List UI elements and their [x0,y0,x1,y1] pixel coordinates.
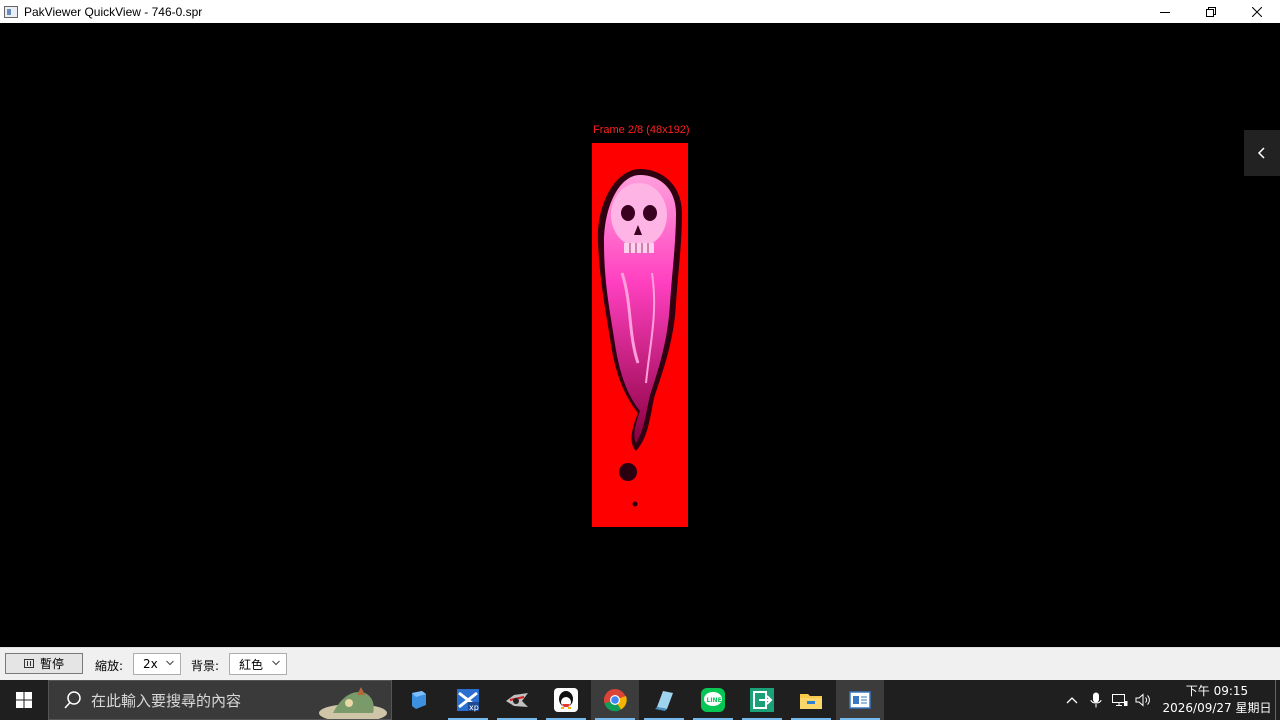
window-title: PakViewer QuickView - 746-0.spr [24,4,203,19]
restore-icon [1206,6,1216,17]
taskbar-app-transfer[interactable] [738,680,786,720]
taskbar-clock[interactable]: 下午 09:15 2026/09/27 星期日 [1158,683,1276,717]
pause-button[interactable]: 暫停 [5,653,83,674]
svg-text:LINE: LINE [707,697,722,704]
taskbar-app-game[interactable] [493,680,541,720]
notepad-app-icon [655,691,673,711]
app-icon [4,5,18,18]
file-explorer-app-icon [800,694,822,709]
taskbar-app-shield[interactable] [395,680,443,720]
tray-overflow-button[interactable] [1062,680,1082,720]
network-icon [1112,694,1128,706]
minimize-icon [1160,11,1170,13]
chevron-left-icon [1257,147,1265,159]
pakviewer-app-icon [849,691,871,709]
blue-shield-app-icon [412,691,426,709]
chrome-app-icon [604,689,627,712]
show-desktop-button[interactable] [1275,680,1280,720]
chevron-down-icon [166,660,174,666]
chevron-down-icon [272,660,280,666]
chevron-up-icon [1066,697,1078,704]
ghost-skull-sprite [597,169,682,507]
taskbar-app-xp[interactable]: xp [444,680,492,720]
speaker-icon [1135,693,1150,707]
pause-icon [23,659,34,668]
zoom-label: 縮放: [95,659,124,673]
control-bar: 暫停 縮放: 2x 背景: 紅色 [0,647,1280,680]
clock-date: 2026/09/27 星期日 [1162,701,1272,715]
tray-volume[interactable] [1133,680,1153,720]
minimize-button[interactable] [1142,0,1188,23]
zoom-value: 2x [143,657,158,671]
taskbar-app-line[interactable]: LINE [689,680,737,720]
taskbar-app-qq[interactable] [542,680,590,720]
microphone-icon [1090,692,1102,708]
line-app-icon: LINE [701,688,725,712]
remote-transfer-app-icon [750,688,774,712]
taskbar-app-explorer[interactable] [787,680,835,720]
sprite-viewer: Frame 2/8 (48x192) [0,23,1280,647]
frame-label: Frame 2/8 (48x192) [593,124,690,136]
side-panel-toggle[interactable] [1244,130,1280,176]
window-controls [1142,0,1280,23]
tray-microphone[interactable] [1086,680,1106,720]
search-highlight-illustration [319,687,387,719]
svg-text:xp: xp [469,703,479,712]
taskbar-app-pakviewer[interactable] [836,680,884,720]
pause-label: 暫停 [39,657,64,671]
start-button[interactable] [0,680,48,720]
windows-logo-icon [16,692,32,708]
close-icon [1252,6,1262,17]
game-client-app-icon [506,693,528,707]
title-bar: PakViewer QuickView - 746-0.spr [0,0,1280,23]
search-icon [64,691,81,709]
taskbar: 在此輸入要搜尋的內容 xp LINE 下午 09:15 2026/09/27 星… [0,680,1280,720]
taskbar-search-box[interactable]: 在此輸入要搜尋的內容 [48,680,392,720]
zoom-select[interactable]: 2x [133,653,181,675]
taskbar-app-chrome[interactable] [591,680,639,720]
xp-tool-app-icon: xp [457,689,479,712]
clock-time: 下午 09:15 [1185,684,1249,698]
tray-network[interactable] [1110,680,1130,720]
background-value: 紅色 [239,657,264,672]
taskbar-app-notepad[interactable] [640,680,688,720]
restore-button[interactable] [1188,0,1234,23]
background-select[interactable]: 紅色 [229,653,287,675]
sprite-frame [592,143,688,527]
background-label: 背景: [191,659,220,673]
search-placeholder: 在此輸入要搜尋的內容 [91,691,242,710]
qq-app-icon [554,688,578,712]
close-button[interactable] [1234,0,1280,23]
